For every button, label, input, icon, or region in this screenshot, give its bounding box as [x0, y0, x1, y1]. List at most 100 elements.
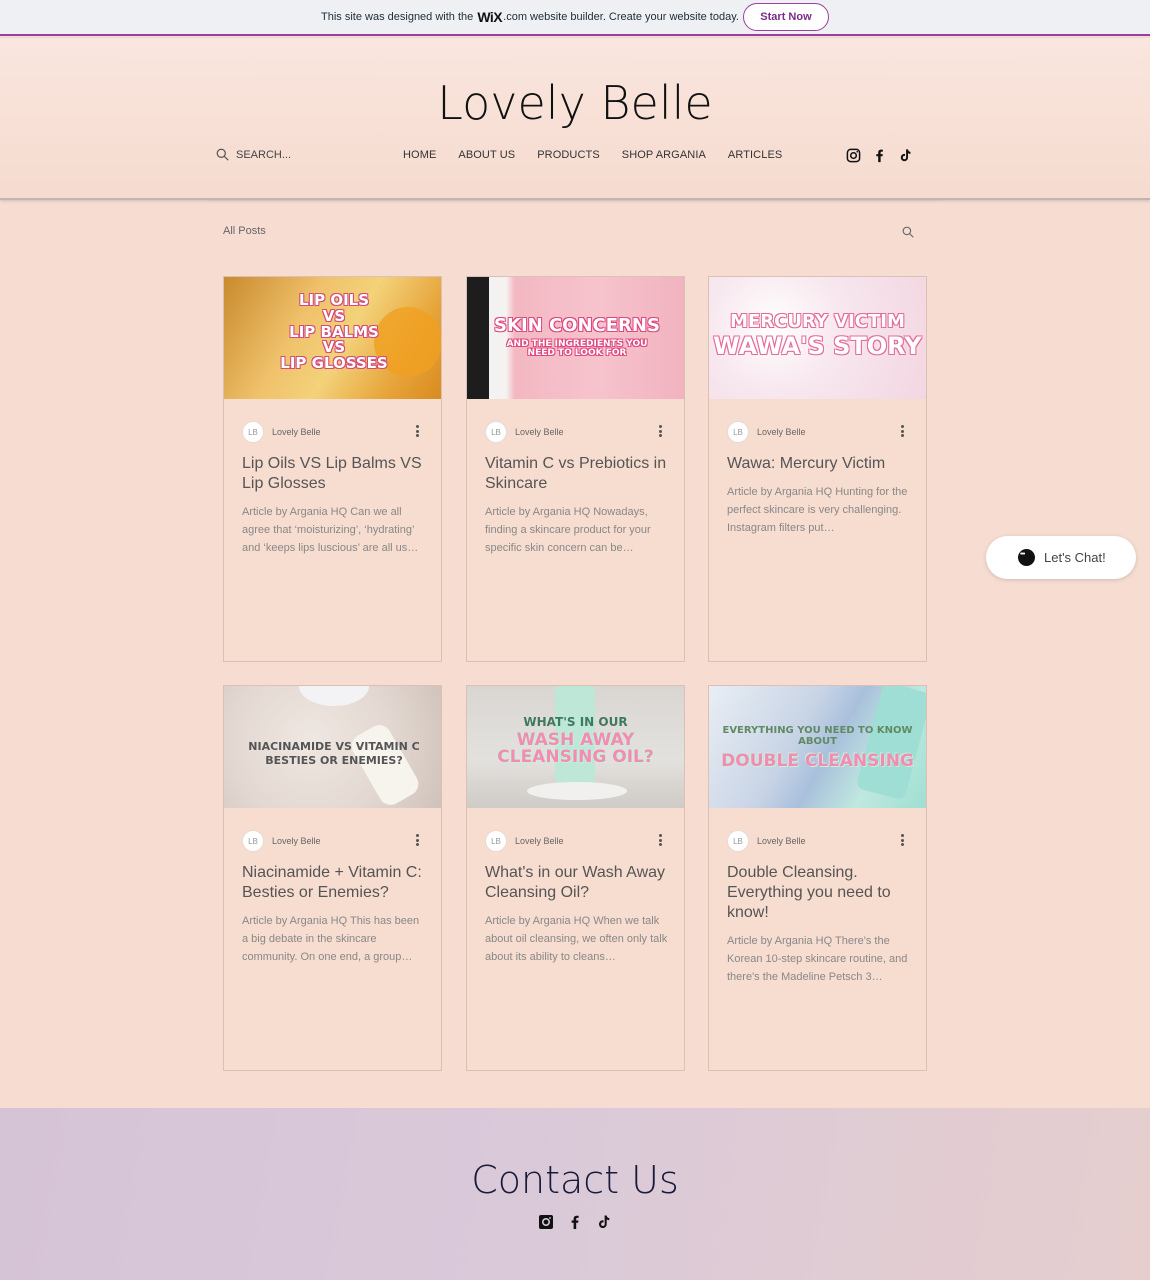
header-divider: [208, 200, 942, 201]
blog-post-card[interactable]: NIACINAMIDE VS VITAMIN C BESTIES OR ENEM…: [223, 685, 442, 1071]
more-actions-icon[interactable]: [416, 425, 419, 437]
caption-line: NEED TO LOOK FOR: [527, 348, 627, 359]
nav-item-shop-argania[interactable]: SHOP ARGANIA: [611, 149, 717, 161]
facebook-icon[interactable]: [872, 148, 887, 163]
post-title[interactable]: Niacinamide + Vitamin C: Besties or Enem…: [242, 863, 425, 903]
instagram-icon[interactable]: [538, 1214, 554, 1230]
contact-section: Contact Us: [0, 1108, 1150, 1280]
nav-item-articles[interactable]: ARTICLES: [717, 149, 793, 161]
nav-item-products[interactable]: PRODUCTS: [526, 149, 611, 161]
blog-post-card[interactable]: EVERYTHING YOU NEED TO KNOW ABOUT DOUBLE…: [708, 685, 927, 1071]
thumbnail-caption: SKIN CONCERNS AND THE INGREDIENTS YOU NE…: [487, 315, 667, 359]
post-author[interactable]: LB Lovely Belle: [727, 830, 806, 852]
post-thumbnail[interactable]: WHAT'S IN OUR WASH AWAY CLEANSING OIL?: [467, 686, 684, 808]
post-title[interactable]: Double Cleansing. Everything you need to…: [727, 863, 910, 923]
author-name[interactable]: Lovely Belle: [515, 427, 564, 437]
site-search[interactable]: SEARCH...: [216, 148, 291, 161]
avatar[interactable]: LB: [727, 421, 749, 443]
nav-item-home[interactable]: HOME: [392, 149, 447, 161]
post-excerpt[interactable]: Article by Argania HQ This has been a bi…: [242, 912, 425, 966]
caption-line: SKIN CONCERNS: [494, 315, 660, 336]
author-name[interactable]: Lovely Belle: [757, 836, 806, 846]
thumbnail-caption: NIACINAMIDE VS VITAMIN C BESTIES OR ENEM…: [234, 741, 434, 766]
caption-line: WHAT'S IN OUR: [523, 715, 628, 729]
tiktok-icon[interactable]: [898, 148, 913, 163]
more-actions-icon[interactable]: [659, 425, 662, 437]
wix-promo-banner: This site was designed with the WiX .com…: [0, 0, 1150, 36]
avatar[interactable]: LB: [727, 830, 749, 852]
box-image: [467, 277, 489, 399]
caption-line: BESTIES OR ENEMIES?: [265, 753, 403, 767]
caption-line: MERCURY VICTIM: [730, 311, 905, 332]
nav-item-about-us[interactable]: ABOUT US: [447, 149, 526, 161]
thumbnail-caption: EVERYTHING YOU NEED TO KNOW ABOUT DOUBLE…: [709, 725, 926, 771]
blog-search-icon[interactable]: [902, 226, 914, 238]
chat-bubble-icon: [1018, 549, 1035, 566]
caption-line: WAWA'S STORY: [713, 331, 922, 360]
post-excerpt[interactable]: Article by Argania HQ Nowadays, finding …: [485, 503, 668, 557]
author-name[interactable]: Lovely Belle: [272, 836, 321, 846]
facebook-icon[interactable]: [567, 1214, 583, 1230]
post-title[interactable]: Lip Oils VS Lip Balms VS Lip Glosses: [242, 454, 425, 494]
post-author[interactable]: LB Lovely Belle: [242, 830, 321, 852]
post-excerpt[interactable]: Article by Argania HQ Can we all agree t…: [242, 503, 425, 557]
blog-post-card[interactable]: WHAT'S IN OUR WASH AWAY CLEANSING OIL? L…: [466, 685, 685, 1071]
header-social-links: [846, 148, 913, 163]
post-excerpt[interactable]: Article by Argania HQ When we talk about…: [485, 912, 668, 966]
avatar[interactable]: LB: [485, 421, 507, 443]
author-name[interactable]: Lovely Belle: [757, 427, 806, 437]
blog-post-card[interactable]: MERCURY VICTIM WAWA'S STORY LB Lovely Be…: [708, 276, 927, 662]
wix-logo[interactable]: WiX: [477, 9, 502, 25]
contact-title: Contact Us: [471, 1158, 679, 1202]
thumbnail-caption: LIP OILS VS LIP BALMS VS LIP GLOSSES: [279, 292, 389, 372]
post-thumbnail[interactable]: NIACINAMIDE VS VITAMIN C BESTIES OR ENEM…: [224, 686, 441, 808]
post-thumbnail[interactable]: MERCURY VICTIM WAWA'S STORY: [709, 277, 926, 399]
post-thumbnail[interactable]: SKIN CONCERNS AND THE INGREDIENTS YOU NE…: [467, 277, 684, 399]
post-author[interactable]: LB Lovely Belle: [727, 421, 806, 443]
post-author[interactable]: LB Lovely Belle: [485, 421, 564, 443]
more-actions-icon[interactable]: [659, 834, 662, 846]
caption-line: CLEANSING OIL?: [497, 747, 654, 768]
blog-post-card[interactable]: LIP OILS VS LIP BALMS VS LIP GLOSSES LB …: [223, 276, 442, 662]
thumbnail-caption: MERCURY VICTIM WAWA'S STORY: [709, 311, 926, 360]
site-header: Lovely Belle SEARCH... HOME ABOUT US PRO…: [0, 38, 1150, 200]
banner-text-after: .com website builder. Create your websit…: [503, 11, 739, 23]
search-placeholder[interactable]: SEARCH...: [236, 149, 291, 161]
main-nav: HOME ABOUT US PRODUCTS SHOP ARGANIA ARTI…: [392, 149, 793, 161]
post-thumbnail[interactable]: EVERYTHING YOU NEED TO KNOW ABOUT DOUBLE…: [709, 686, 926, 808]
more-actions-icon[interactable]: [901, 425, 904, 437]
author-name[interactable]: Lovely Belle: [272, 427, 321, 437]
post-title[interactable]: Wawa: Mercury Victim: [727, 454, 910, 474]
more-actions-icon[interactable]: [901, 834, 904, 846]
avatar[interactable]: LB: [242, 830, 264, 852]
post-title[interactable]: Vitamin C vs Prebiotics in Skincare: [485, 454, 668, 494]
caption-line: NIACINAMIDE VS VITAMIN C: [248, 740, 420, 753]
product-cap-image: [299, 686, 369, 706]
avatar[interactable]: LB: [485, 830, 507, 852]
caption-line: DOUBLE CLEANSING: [721, 751, 914, 771]
post-author[interactable]: LB Lovely Belle: [485, 830, 564, 852]
banner-text-before: This site was designed with the: [321, 11, 474, 23]
footer-social-links: [538, 1214, 612, 1230]
instagram-icon[interactable]: [846, 148, 861, 163]
more-actions-icon[interactable]: [416, 834, 419, 846]
search-icon: [216, 148, 229, 161]
blog-post-card[interactable]: SKIN CONCERNS AND THE INGREDIENTS YOU NE…: [466, 276, 685, 662]
plate-image: [527, 782, 627, 800]
post-excerpt[interactable]: Article by Argania HQ Hunting for the pe…: [727, 483, 910, 537]
caption-line: LIP GLOSSES: [280, 354, 388, 372]
caption-line: EVERYTHING YOU NEED TO KNOW ABOUT: [722, 725, 913, 747]
post-author[interactable]: LB Lovely Belle: [242, 421, 321, 443]
site-title[interactable]: Lovely Belle: [0, 76, 1150, 130]
post-thumbnail[interactable]: LIP OILS VS LIP BALMS VS LIP GLOSSES: [224, 277, 441, 399]
author-name[interactable]: Lovely Belle: [515, 836, 564, 846]
category-all-posts[interactable]: All Posts: [223, 225, 266, 237]
post-title[interactable]: What's in our Wash Away Cleansing Oil?: [485, 863, 668, 903]
chat-label: Let's Chat!: [1044, 550, 1106, 565]
thumbnail-caption: WHAT'S IN OUR WASH AWAY CLEANSING OIL?: [467, 716, 684, 767]
tiktok-icon[interactable]: [596, 1214, 612, 1230]
post-excerpt[interactable]: Article by Argania HQ There's the Korean…: [727, 932, 910, 986]
chat-widget-button[interactable]: Let's Chat!: [986, 536, 1136, 579]
start-now-button[interactable]: Start Now: [742, 3, 829, 31]
avatar[interactable]: LB: [242, 421, 264, 443]
